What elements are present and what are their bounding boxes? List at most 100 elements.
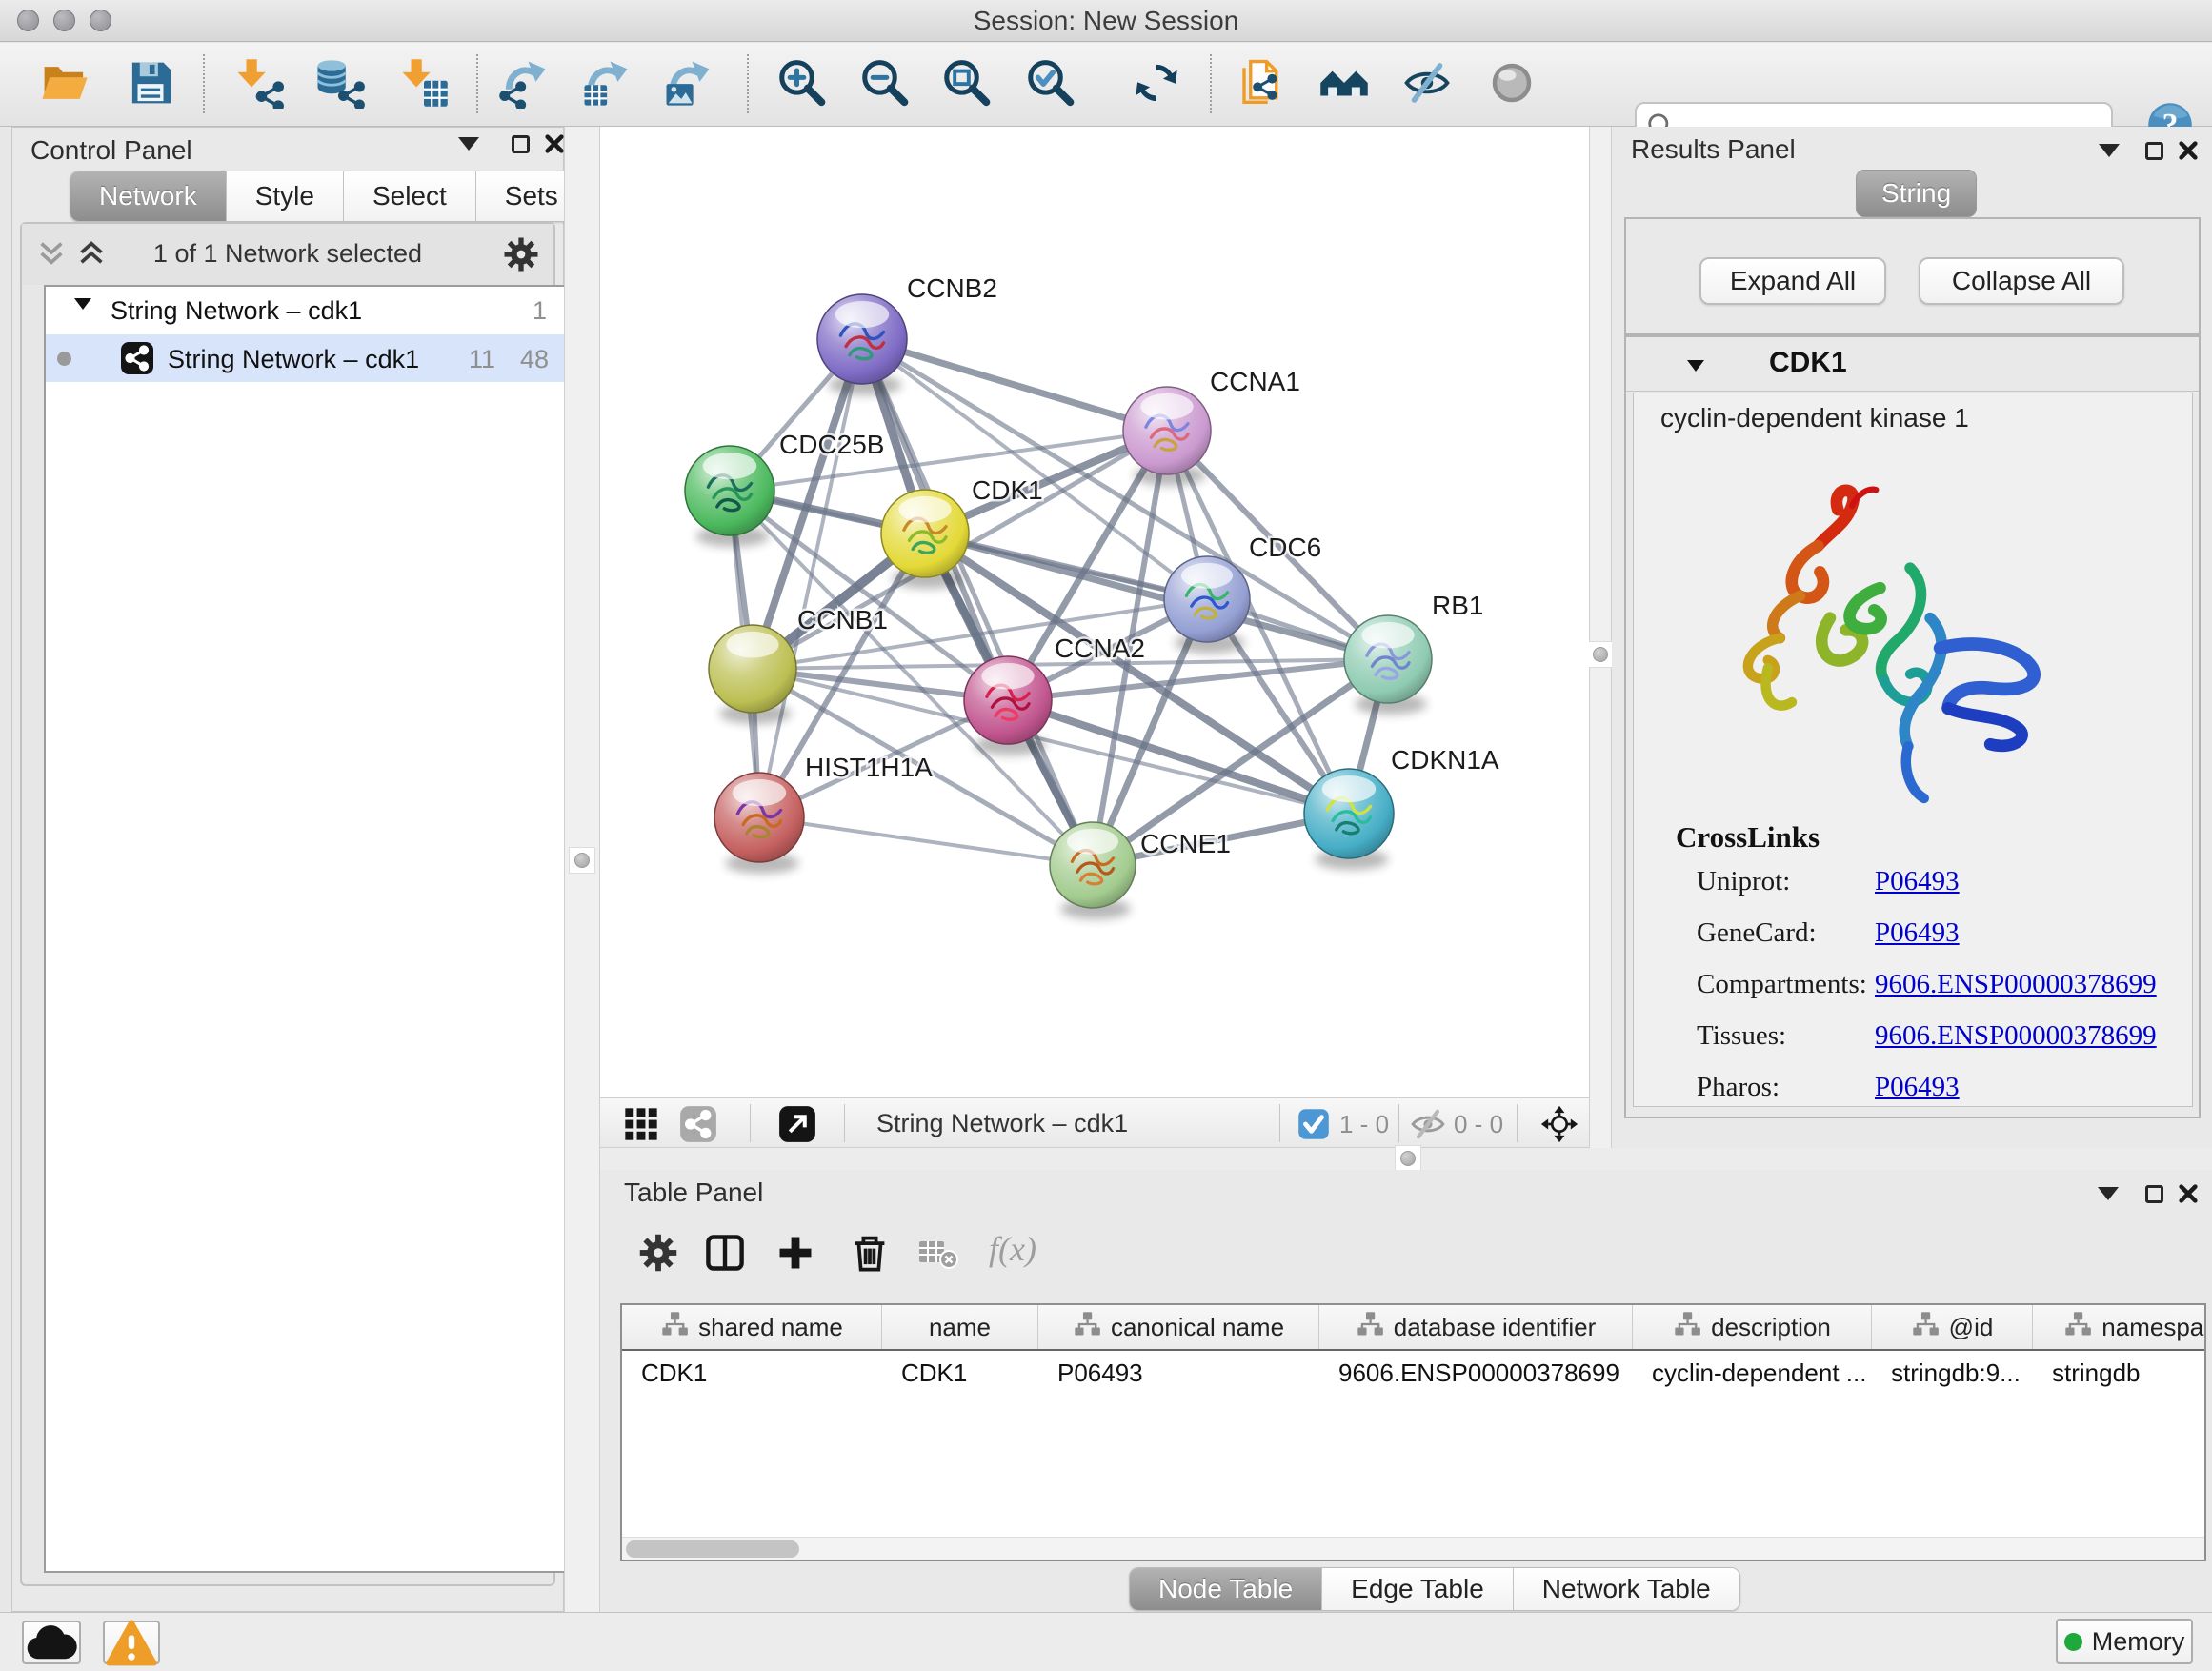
tab-style[interactable]: Style [227, 171, 344, 221]
save-session-button[interactable] [123, 57, 178, 112]
import-network-file-button[interactable] [231, 57, 287, 112]
collection-expander-icon[interactable] [74, 289, 91, 318]
column-header-database-identifier[interactable]: database identifier [1319, 1305, 1633, 1349]
node-RB1[interactable] [1344, 615, 1432, 715]
table-panel-menu-icon[interactable] [2092, 1178, 2124, 1210]
import-network-database-button[interactable] [312, 57, 367, 112]
hide-preview-button[interactable] [1399, 57, 1455, 112]
network-edge-count: 48 [520, 345, 549, 374]
table-panel-float-icon[interactable] [2138, 1178, 2170, 1210]
zoom-selected-button[interactable] [1022, 57, 1077, 112]
tab-network[interactable]: Network [70, 171, 227, 221]
open-session-button[interactable] [37, 57, 92, 112]
column-header-description[interactable]: description [1633, 1305, 1872, 1349]
table-cell[interactable]: CDK1 [882, 1359, 1038, 1388]
node-CDKN1A[interactable] [1304, 769, 1394, 870]
crosslink-value-link[interactable]: 9606.ENSP00000378699 [1875, 969, 2157, 1000]
table-cell[interactable]: cyclin-dependent ... [1633, 1359, 1872, 1388]
table-cell[interactable]: stringdb:9... [1872, 1359, 2033, 1388]
node-CCNA2[interactable] [964, 656, 1052, 755]
left-splitter-handle[interactable] [569, 847, 595, 874]
table-cell[interactable]: CDK1 [622, 1359, 882, 1388]
hidden-eye-slash-icon[interactable] [1408, 1104, 1448, 1144]
toolbar-separator [476, 54, 478, 113]
cloud-button[interactable] [22, 1621, 81, 1664]
create-column-icon[interactable] [772, 1229, 819, 1277]
gene-section-header[interactable]: CDK1 [1626, 337, 2199, 392]
tab-string[interactable]: String [1856, 170, 1977, 217]
zoom-out-button[interactable] [856, 57, 912, 112]
table-options-gear-icon[interactable] [634, 1229, 682, 1277]
zoom-in-button[interactable] [774, 57, 829, 112]
tab-edge-table[interactable]: Edge Table [1322, 1568, 1514, 1610]
collapse-all-button[interactable]: Collapse All [1919, 257, 2124, 305]
right-splitter[interactable] [1589, 127, 1612, 1148]
right-splitter-handle[interactable] [1587, 641, 1614, 668]
delete-column-icon[interactable] [846, 1229, 894, 1277]
node-CCNE1[interactable] [1050, 822, 1136, 919]
table-panel-close-icon[interactable] [2172, 1178, 2204, 1210]
node-CCNB2[interactable] [817, 294, 907, 395]
bottom-splitter-handle[interactable] [1395, 1145, 1421, 1172]
tab-select[interactable]: Select [344, 171, 476, 221]
export-table-button[interactable] [578, 57, 633, 112]
memory-button[interactable]: Memory [2056, 1619, 2193, 1664]
scrollbar-thumb[interactable] [626, 1540, 799, 1558]
tab-node-table[interactable]: Node Table [1130, 1568, 1322, 1610]
node-CCNA1[interactable] [1123, 387, 1211, 486]
column-header-label: canonical name [1111, 1313, 1284, 1342]
node-CDC6[interactable] [1164, 556, 1250, 654]
node-CDC25B[interactable] [685, 446, 774, 547]
column-header--id[interactable]: @id [1872, 1305, 2033, 1349]
node-CCNB1[interactable] [709, 625, 796, 724]
detach-view-icon[interactable] [777, 1104, 817, 1144]
results-panel-menu-icon[interactable] [2093, 134, 2125, 167]
table-cell[interactable]: stringdb [2033, 1359, 2206, 1388]
table-cell[interactable]: P06493 [1038, 1359, 1319, 1388]
crosslink-value-link[interactable]: P06493 [1875, 866, 1960, 897]
export-image-button[interactable] [660, 57, 715, 112]
column-header-namespace[interactable]: namespace [2033, 1305, 2206, 1349]
column-header-canonical-name[interactable]: canonical name [1038, 1305, 1319, 1349]
zoom-fit-button[interactable] [938, 57, 994, 112]
gene-expander-icon[interactable] [1687, 351, 1704, 380]
birds-eye-toggle-icon[interactable] [1539, 1104, 1579, 1144]
network-row[interactable]: String Network – cdk1 11 48 [46, 334, 564, 382]
network-collection-row[interactable]: String Network – cdk1 1 [46, 287, 564, 334]
warnings-button[interactable] [103, 1621, 160, 1664]
network-view[interactable]: CCNB2CCNA1CDC25BCDK1CDC6RB1CCNB1CCNA2CDK… [600, 127, 1589, 1097]
export-network-button[interactable] [496, 57, 552, 112]
bottom-splitter[interactable] [600, 1148, 2212, 1170]
tab-network-table[interactable]: Network Table [1514, 1568, 1739, 1610]
crosslink-value-link[interactable]: 9606.ENSP00000378699 [1875, 1020, 2157, 1052]
show-columns-icon[interactable] [701, 1229, 749, 1277]
node-HIST1H1A[interactable] [714, 773, 804, 874]
column-header-shared-name[interactable]: shared name [622, 1305, 882, 1349]
string-home-button[interactable] [1317, 57, 1372, 112]
results-panel-close-icon[interactable] [2172, 134, 2204, 167]
crosslink-value-link[interactable]: P06493 [1875, 917, 1960, 949]
column-header-name[interactable]: name [882, 1305, 1038, 1349]
selected-checkbox-icon[interactable] [1297, 1104, 1330, 1144]
expand-all-button[interactable]: Expand All [1699, 257, 1886, 305]
left-splitter[interactable] [564, 127, 600, 1612]
network-options-gear-icon[interactable] [502, 235, 540, 273]
control-panel-menu-icon[interactable] [452, 128, 485, 160]
network-share-icon[interactable] [678, 1104, 718, 1144]
edge-HIST1H1A-CCNE1[interactable] [759, 817, 1093, 865]
edge-CCNB2-CCNE1[interactable] [862, 339, 1093, 865]
column-header-label: description [1711, 1313, 1831, 1342]
import-table-button[interactable] [396, 57, 452, 112]
results-panel-float-icon[interactable] [2138, 134, 2170, 167]
network-list: String Network – cdk1 1 String Network –… [44, 285, 566, 1573]
show-preview-button[interactable] [1484, 57, 1539, 112]
crosslink-value-link[interactable]: P06493 [1875, 1072, 1960, 1103]
table-cell[interactable]: 9606.ENSP00000378699 [1319, 1359, 1633, 1388]
node-CDK1[interactable] [881, 490, 969, 589]
control-panel-float-icon[interactable] [504, 128, 536, 160]
update-networks-button[interactable] [1129, 57, 1184, 112]
manage-networks-button[interactable] [1234, 57, 1289, 112]
grid-view-icon[interactable] [621, 1104, 661, 1144]
table-horizontal-scrollbar[interactable] [622, 1537, 2204, 1560]
edge-CCNB2-CCNA1[interactable] [862, 339, 1167, 431]
